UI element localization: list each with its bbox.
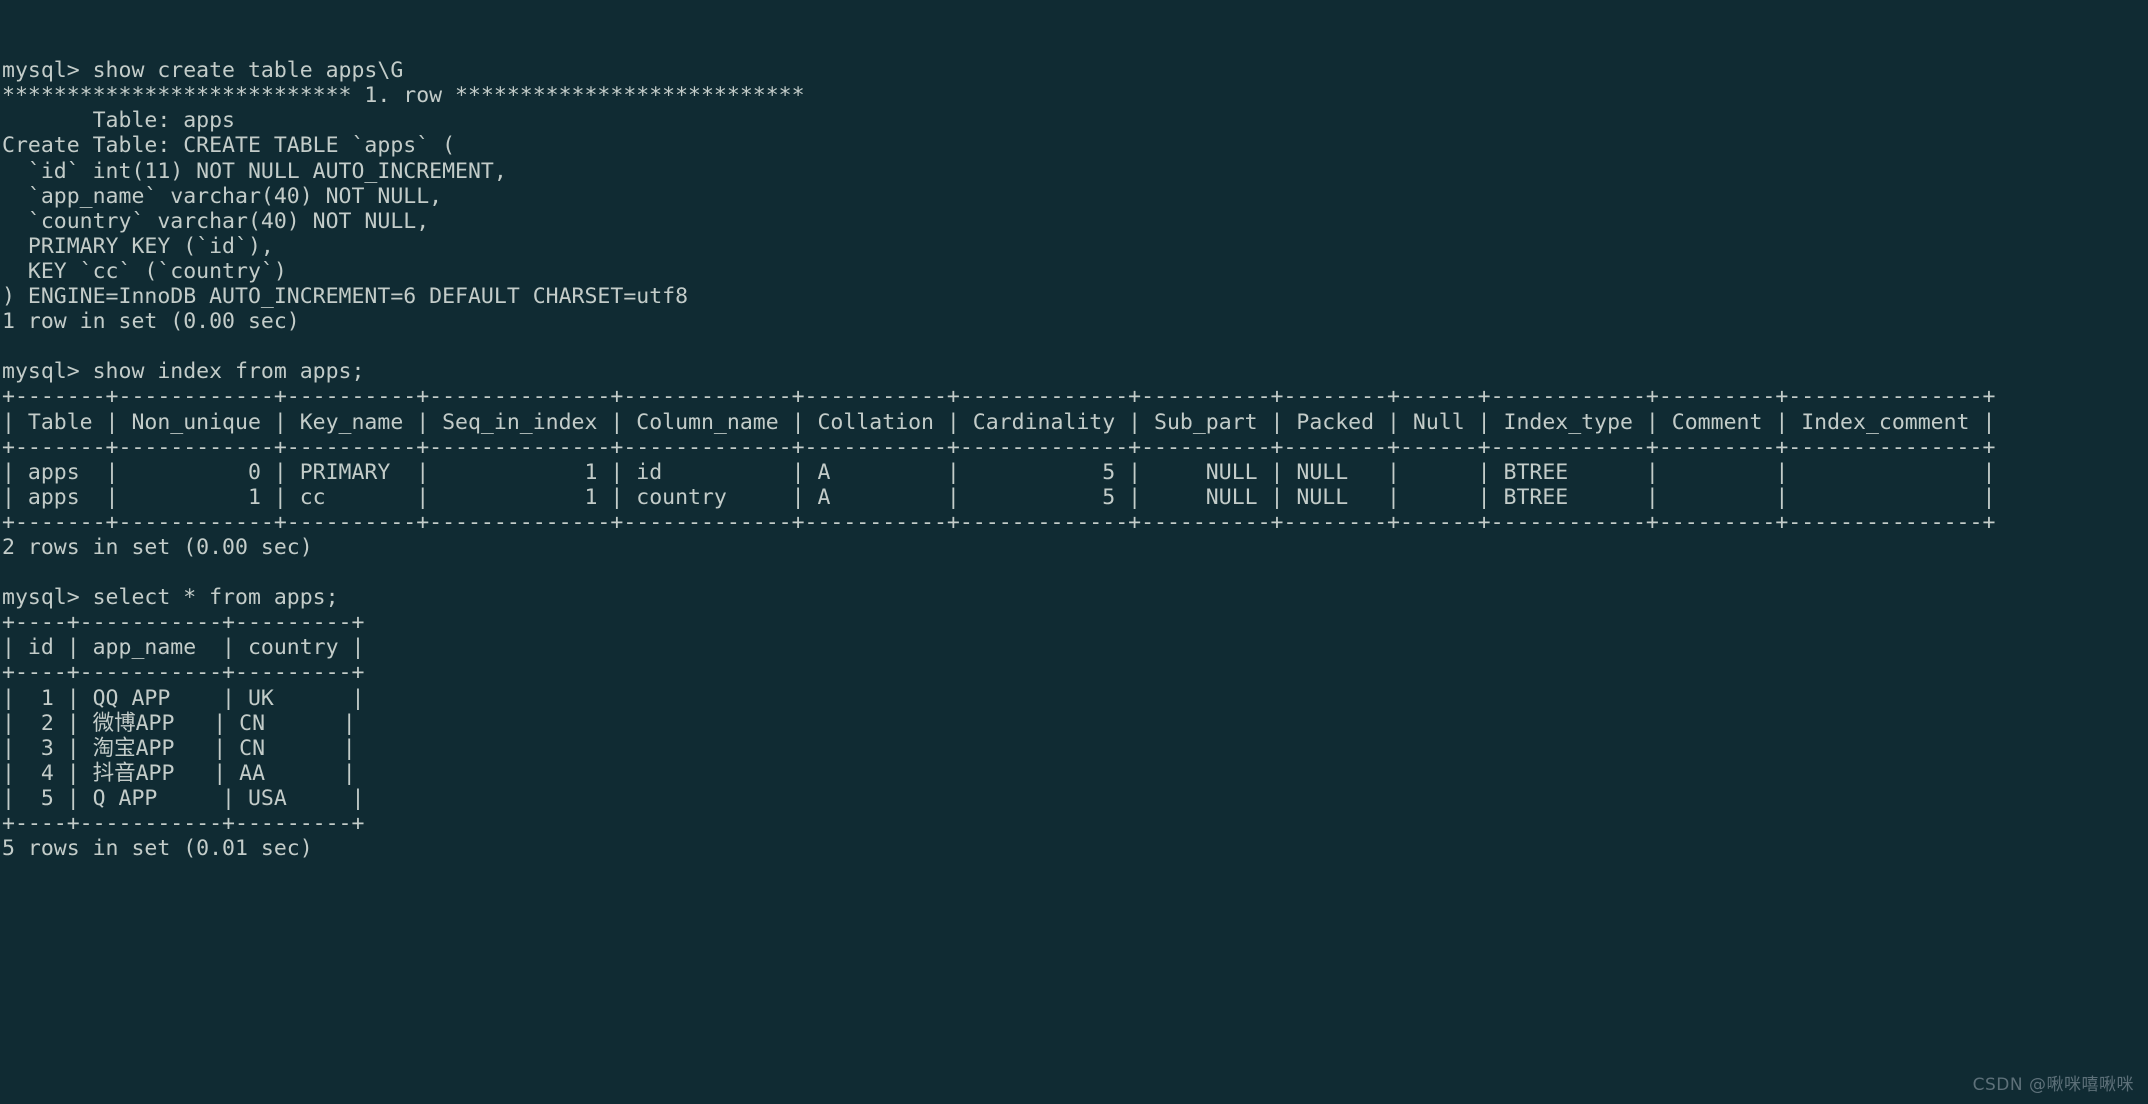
terminal-line: mysql> show create table apps\G — [2, 58, 404, 84]
terminal-line: Table: apps — [2, 108, 235, 134]
terminal-line: 2 rows in set (0.00 sec) — [2, 534, 313, 560]
terminal-line: | 4 | 抖音APP | AA | — [2, 760, 356, 786]
csdn-watermark: CSDN @啾咪嘻啾咪 — [1972, 1074, 2134, 1095]
terminal-window[interactable]: mysql> show create table apps\G *********… — [0, 0, 2148, 1104]
terminal-line: | apps | 0 | PRIMARY | 1 | id | A | 5 | … — [2, 459, 1996, 485]
terminal-line: | 2 | 微博APP | CN | — [2, 710, 356, 736]
terminal-line: +-------+------------+----------+-------… — [2, 384, 1996, 410]
terminal-line: | 1 | QQ APP | UK | — [2, 685, 365, 711]
terminal-line: 5 rows in set (0.01 sec) — [2, 836, 313, 862]
terminal-line: ) ENGINE=InnoDB AUTO_INCREMENT=6 DEFAULT… — [2, 284, 689, 310]
terminal-output: mysql> show create table apps\G *********… — [2, 58, 2148, 861]
terminal-line: Create Table: CREATE TABLE `apps` ( — [2, 133, 456, 159]
terminal-line: 1 row in set (0.00 sec) — [2, 309, 300, 335]
terminal-line: | 3 | 淘宝APP | CN | — [2, 735, 356, 761]
terminal-line: *************************** 1. row *****… — [2, 83, 805, 109]
terminal-line: +----+-----------+---------+ — [2, 811, 365, 836]
terminal-line: `app_name` varchar(40) NOT NULL, — [2, 183, 443, 209]
terminal-line: | Table | Non_unique | Key_name | Seq_in… — [2, 409, 1996, 435]
terminal-line: +----+-----------+---------+ — [2, 610, 365, 636]
terminal-line: | id | app_name | country | — [2, 635, 365, 661]
terminal-line: `id` int(11) NOT NULL AUTO_INCREMENT, — [2, 158, 507, 184]
terminal-line: +-------+------------+----------+-------… — [2, 434, 1996, 460]
terminal-line: | 5 | Q APP | USA | — [2, 785, 365, 811]
terminal-line: mysql> select * from apps; — [2, 585, 339, 611]
terminal-line: mysql> show index from apps; — [2, 359, 365, 385]
terminal-line: PRIMARY KEY (`id`), — [2, 233, 274, 259]
terminal-line: `country` varchar(40) NOT NULL, — [2, 208, 430, 234]
terminal-line: KEY `cc` (`country`) — [2, 258, 287, 284]
terminal-line: | apps | 1 | cc | 1 | country | A | 5 | … — [2, 484, 1996, 510]
terminal-line: +----+-----------+---------+ — [2, 660, 365, 686]
terminal-line: +-------+------------+----------+-------… — [2, 509, 1996, 535]
